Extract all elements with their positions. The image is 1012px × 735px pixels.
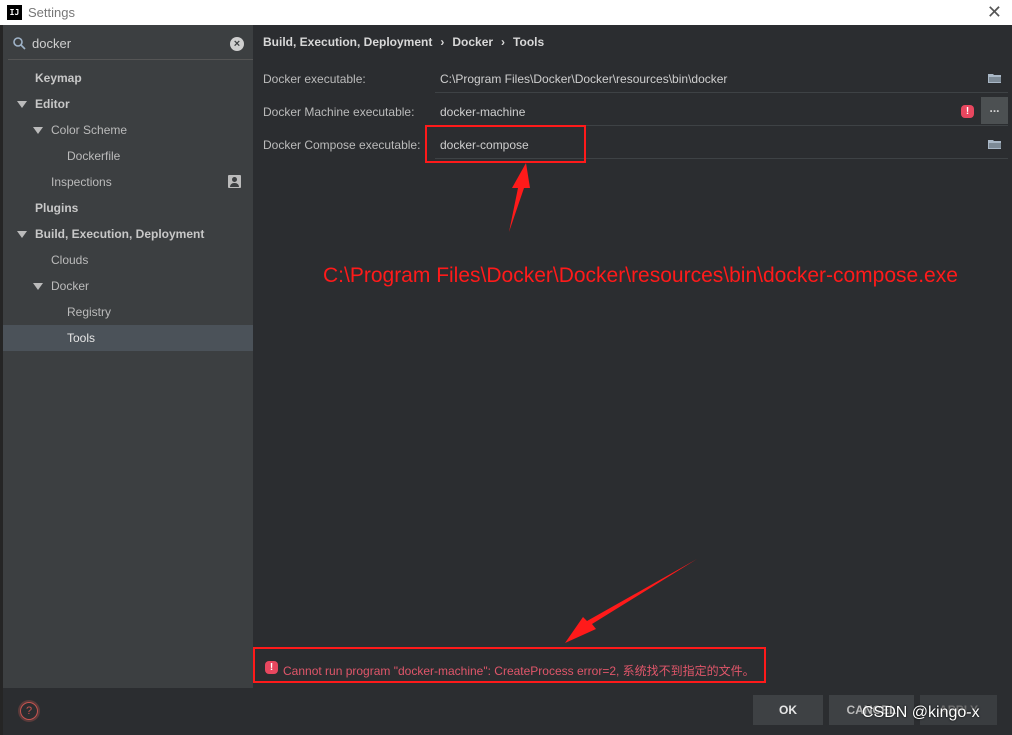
csdn-watermark: CSDN @kingo-x [862,704,980,721]
annotation-arrows [509,163,697,643]
annotation-arrow-up [509,163,530,232]
annotation-arrow-down [565,559,697,643]
